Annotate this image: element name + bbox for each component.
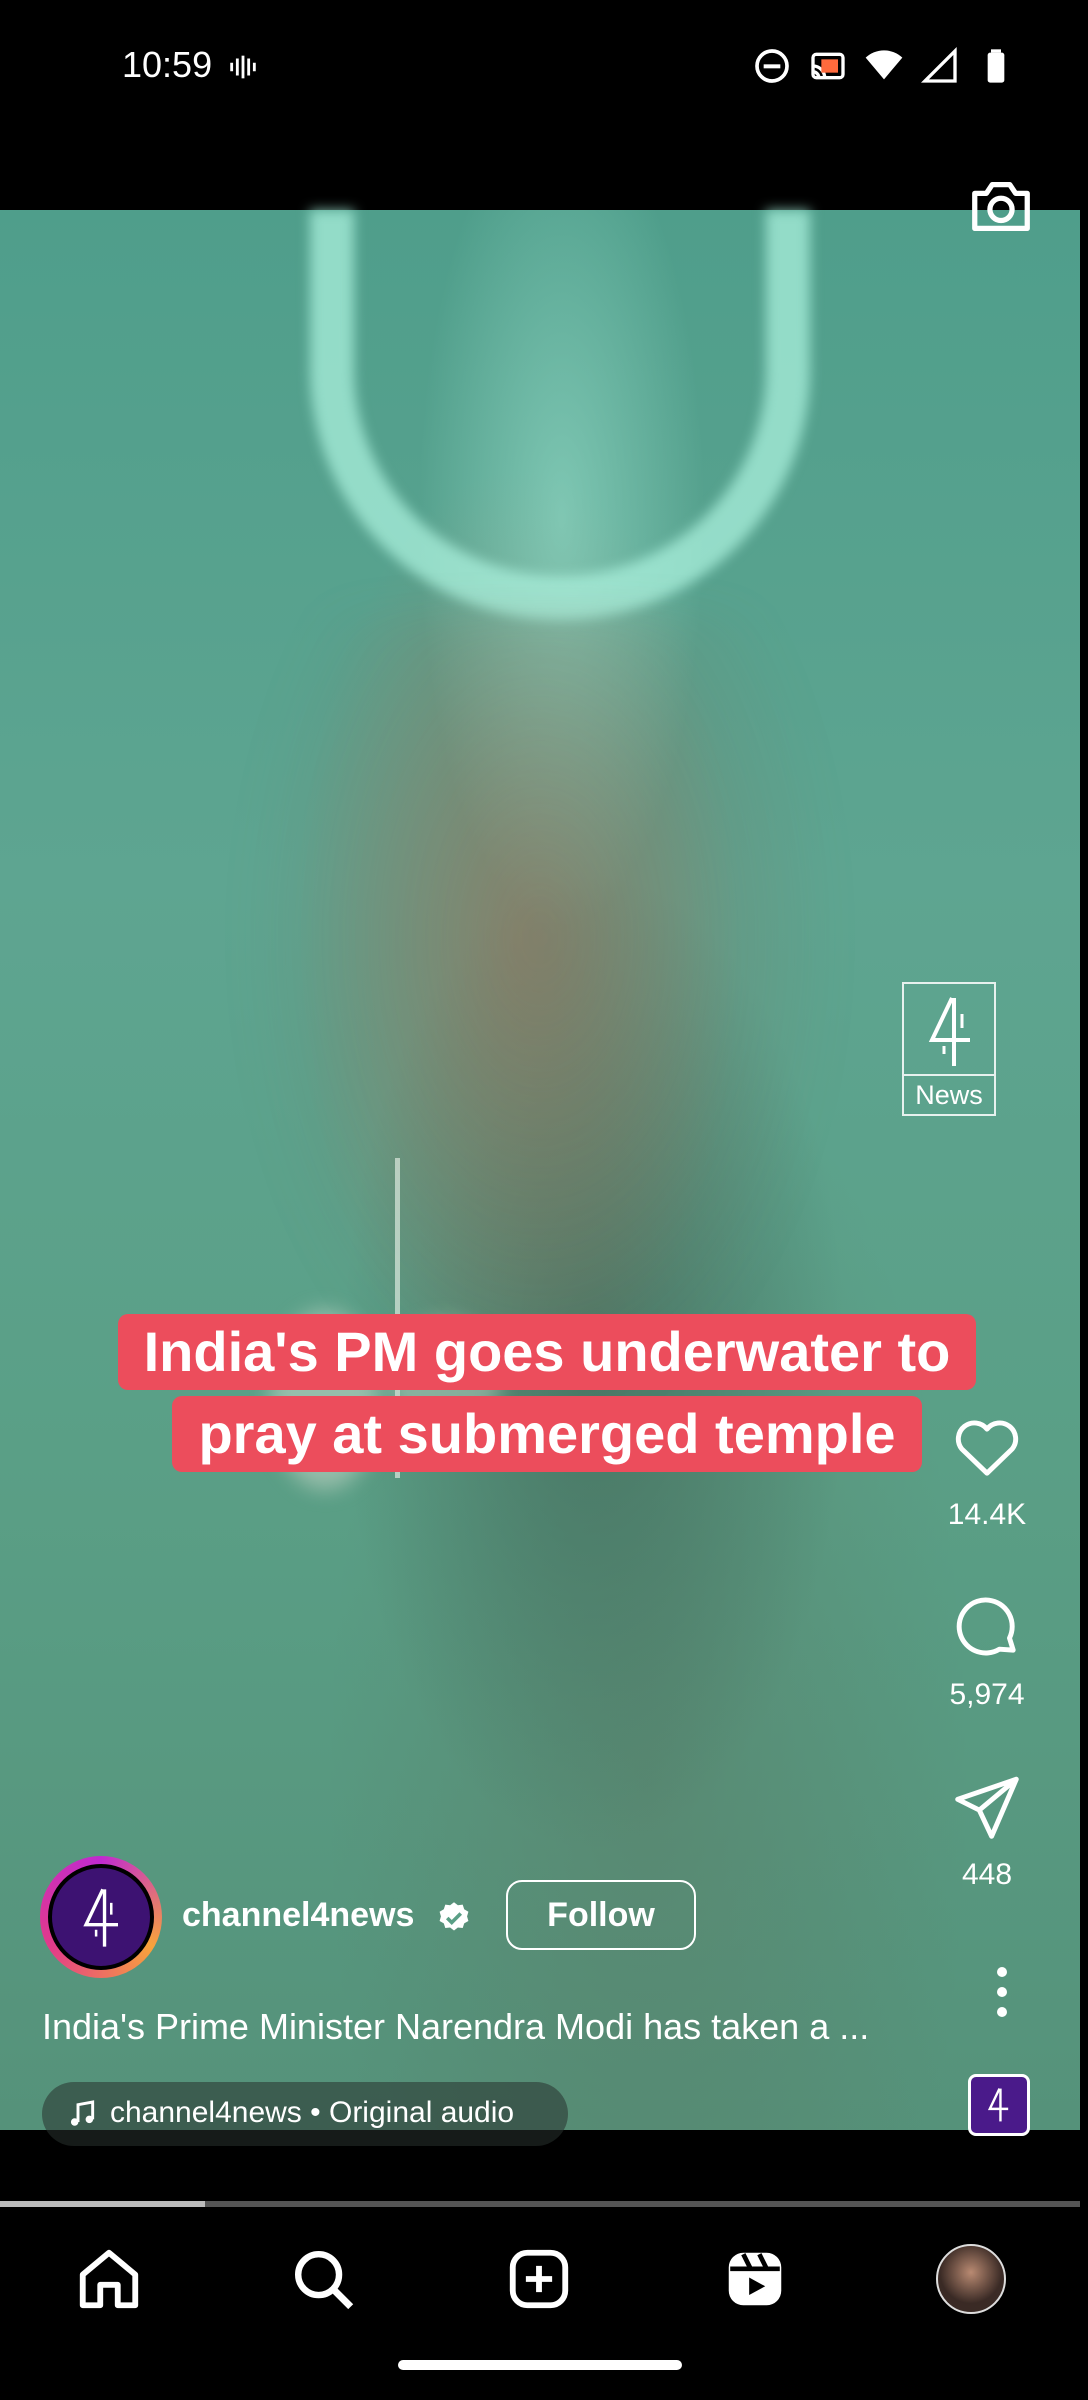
comment-count: 5,974 [949, 1678, 1025, 1711]
like-button[interactable]: 14.4K [932, 1410, 1042, 1532]
video-progress-fill [0, 2201, 206, 2207]
diver-figure [240, 610, 840, 1430]
music-note-icon [70, 2100, 95, 2126]
video-progress-bar[interactable] [0, 2201, 1080, 2207]
share-count: 448 [961, 1858, 1013, 1891]
channel4-logo-icon [987, 2088, 1009, 2122]
share-button[interactable]: 448 [932, 1770, 1042, 1892]
profile-avatar[interactable] [936, 2244, 1006, 2314]
username[interactable]: channel4news [182, 1896, 414, 1935]
heart-icon [955, 1420, 1019, 1476]
diver-helmet [310, 210, 810, 620]
follow-button[interactable]: Follow [506, 1880, 696, 1950]
audio-label[interactable]: channel4news • Original audio [42, 2082, 568, 2146]
comment-button[interactable]: 5,974 [932, 1590, 1042, 1712]
reels-icon[interactable] [720, 2244, 790, 2314]
battery-icon [987, 49, 1005, 83]
send-icon [955, 1776, 1019, 1839]
status-icons [752, 46, 1016, 86]
create-icon[interactable] [504, 2244, 574, 2314]
status-bar: 10:59 [0, 0, 1088, 140]
avatar[interactable] [48, 1864, 154, 1970]
wifi-icon [865, 50, 903, 80]
audio-thumbnail[interactable] [968, 2074, 1030, 2136]
channel4-logo-icon [83, 1888, 118, 1947]
vibrate-icon [230, 55, 256, 79]
bottom-nav [0, 2208, 1088, 2400]
comment-icon [956, 1597, 1016, 1656]
reel-video[interactable] [0, 210, 1080, 2130]
post-description[interactable]: India's Prime Minister Narendra Modi has… [42, 2006, 869, 2048]
cast-icon [811, 52, 845, 80]
like-count: 14.4K [947, 1498, 1027, 1531]
video-caption-line2: pray at submerged temple [172, 1396, 922, 1472]
camera-icon[interactable] [966, 170, 1036, 240]
channel4-logo-icon [928, 997, 970, 1066]
do-not-disturb-icon [755, 49, 789, 83]
search-icon[interactable] [288, 2244, 358, 2314]
audio-text: channel4news • Original audio [110, 2096, 515, 2129]
status-time: 10:59 [122, 44, 213, 85]
watermark-label: News [904, 1074, 994, 1114]
more-options-icon[interactable] [984, 1962, 1020, 2022]
video-caption-line1: India's PM goes underwater to [118, 1314, 976, 1390]
home-icon[interactable] [74, 2244, 144, 2314]
channel4-news-watermark: News [902, 982, 996, 1116]
gesture-handle[interactable] [398, 2360, 682, 2370]
verified-badge-icon [439, 1902, 469, 1931]
signal-icon [920, 46, 957, 83]
